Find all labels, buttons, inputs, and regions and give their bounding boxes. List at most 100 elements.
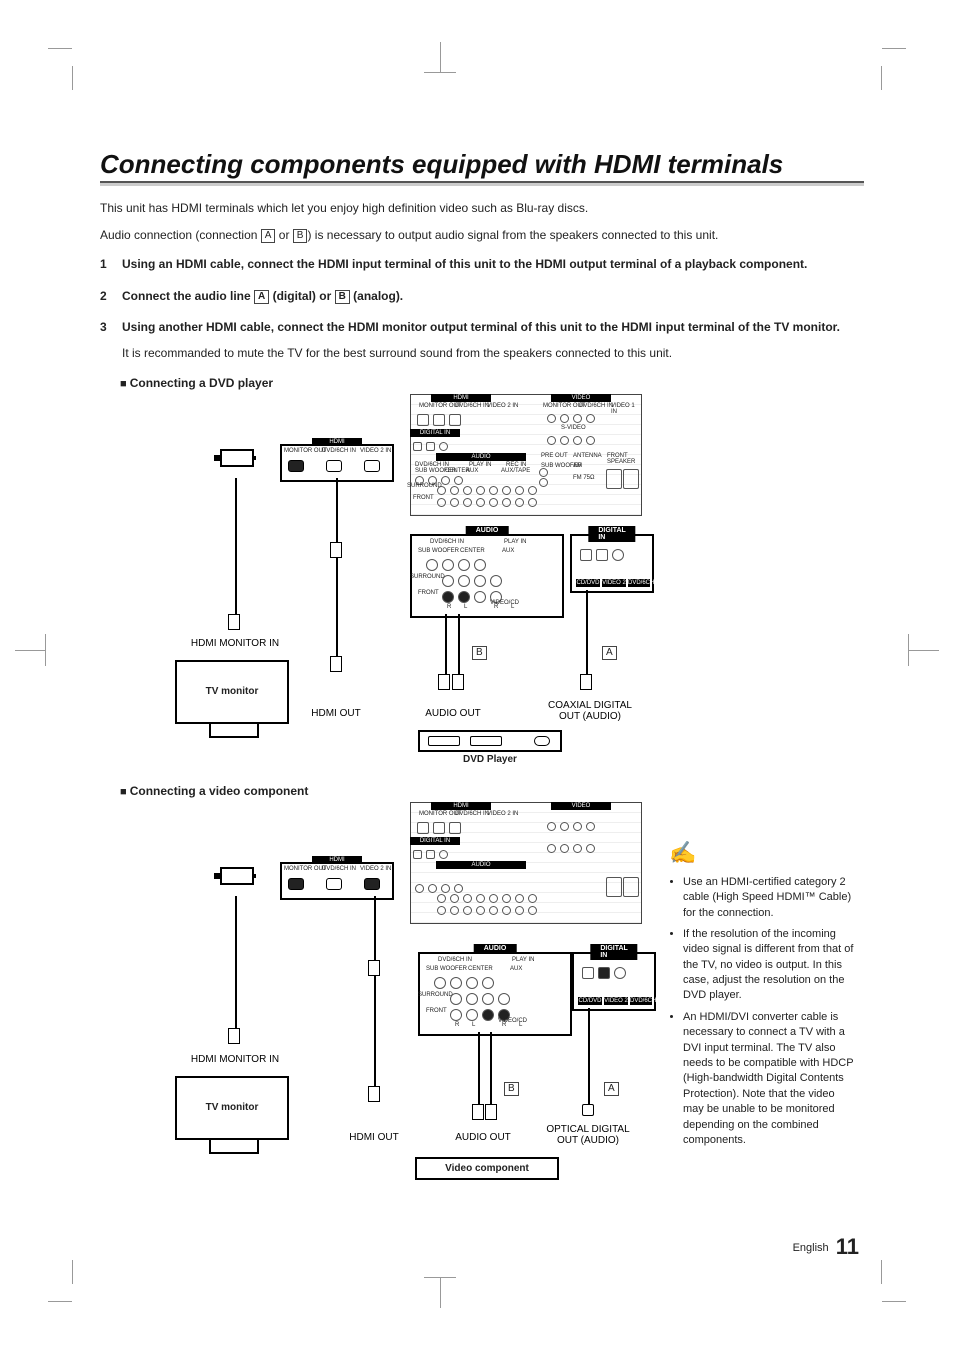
panel2-digital-in: DIGITAL IN	[410, 837, 460, 845]
step-2-end: (analog).	[350, 289, 403, 303]
audio-l: L	[464, 604, 467, 610]
audio-r: R	[447, 604, 451, 610]
digital2-vid2: VIDEO 2	[604, 997, 628, 1005]
panel2-hdmi-label: HDMI	[431, 802, 491, 810]
panel-dvd6ch-in: DVD/6CH IN	[455, 403, 489, 409]
audio2-front: FRONT	[426, 1008, 447, 1014]
panel-video2-in: VIDEO 2 IN	[487, 403, 518, 409]
digital-dvd6ch: DVD/6CH	[628, 579, 650, 587]
audio-out-label: AUDIO OUT	[418, 708, 488, 719]
panel2-dvd6ch-in: DVD/6CH IN	[455, 811, 489, 817]
plug-icon-10	[472, 1104, 484, 1120]
diagram-video: HDMI MONITOR OUT DVD/6CH IN VIDEO 2 IN D…	[120, 802, 864, 1197]
plug-icon-2	[330, 542, 342, 558]
connector-icon-2	[220, 867, 254, 885]
subhead-dvd: Connecting a DVD player	[120, 376, 864, 390]
hdmi-out-label-2: HDMI OUT	[344, 1132, 404, 1143]
audio2-dvd6ch: DVD/6CH IN	[438, 957, 472, 963]
hdmi-strip: HDMI	[312, 438, 362, 446]
tag-b: B	[293, 229, 308, 243]
tag-b-inline: B	[335, 290, 350, 304]
audio-out-label-2: AUDIO OUT	[448, 1132, 518, 1143]
tv-label: TV monitor	[206, 686, 259, 697]
audio2-l2: L	[519, 1022, 522, 1028]
hdmi-panel-closeup-2: HDMI MONITOR OUT DVD/6CH IN VIDEO 2 IN	[280, 862, 394, 900]
hdmi-strip-2: HDMI	[312, 856, 362, 864]
video-component-label: Video component	[415, 1157, 559, 1180]
audio2-l: L	[472, 1022, 475, 1028]
panel-hdmi-label: HDMI	[431, 394, 491, 402]
plug-icon-4	[438, 674, 450, 690]
audio-subwoofer: SUB WOOFER	[418, 548, 459, 554]
dvd-device-box	[418, 730, 562, 752]
hdmi-vid2: VIDEO 2 IN	[360, 448, 391, 454]
step-3: 3 Using another HDMI cable, connect the …	[100, 319, 864, 362]
step-2-mid: (digital) or	[269, 289, 334, 303]
panel-fm: FM 75Ω	[573, 475, 595, 481]
step-1-num: 1	[100, 256, 122, 273]
diagram-dvd: HDMI MONITOR OUT DVD/6CH IN VIDEO 2 IN D…	[120, 394, 864, 774]
hdmi2-monout: MONITOR OUT	[284, 866, 327, 872]
page-footer: English 11	[793, 1234, 859, 1260]
footer-lang: English	[793, 1242, 829, 1254]
intro2-mid: or	[275, 228, 292, 242]
step-3-text: Using another HDMI cable, connect the HD…	[122, 320, 840, 334]
step-3-num: 3	[100, 319, 122, 362]
panel-vid1in: VIDEO 1 IN	[611, 403, 641, 415]
audio2-r: R	[455, 1022, 459, 1028]
tv-monitor-box: TV monitor	[175, 660, 289, 724]
audio2-subwoofer: SUB WOOFER	[426, 966, 467, 972]
hdmi-monout: MONITOR OUT	[284, 448, 327, 454]
dvd-player-label: DVD Player	[430, 754, 550, 765]
hdmi-panel-closeup: HDMI MONITOR OUT DVD/6CH IN VIDEO 2 IN	[280, 444, 394, 482]
footer-page-num: 11	[836, 1234, 859, 1259]
hdmi-monitor-in-label: HDMI MONITOR IN	[180, 638, 290, 649]
step-2: 2 Connect the audio line A (digital) or …	[100, 288, 864, 305]
audio-panel-closeup-2: AUDIO DVD/6CH IN PLAY IN SUB WOOFER CENT…	[418, 952, 572, 1036]
audio-l2: L	[511, 604, 514, 610]
note-3: An HDMI/DVI converter cable is necessary…	[683, 1010, 854, 1149]
digital-in-header: DIGITAL IN	[588, 526, 635, 542]
intro-text-2: Audio connection (connection A or B) is …	[100, 227, 864, 244]
steps-list: 1 Using an HDMI cable, connect the HDMI …	[100, 256, 864, 362]
plug-icon-3	[330, 656, 342, 672]
audio-header-2: AUDIO	[474, 944, 517, 953]
panel-auxtape: AUX/TAPE	[501, 468, 530, 474]
digital-in-closeup-2: DIGITAL IN CD/DVD VIDEO 2 DVD/6CH	[572, 952, 656, 1011]
panel-video-label: VIDEO	[551, 394, 611, 402]
panel-dvd6ch2: DVD/6CH IN	[579, 403, 613, 409]
subhead-video: Connecting a video component	[120, 784, 864, 798]
tag-b-diagram-2: B	[504, 1082, 519, 1096]
plug-icon-5	[452, 674, 464, 690]
audio-surround: SURROUND	[410, 574, 445, 580]
tag-a-diagram-2: A	[604, 1082, 619, 1096]
plug-icon-9	[368, 1086, 380, 1102]
step-1-text: Using an HDMI cable, connect the HDMI in…	[122, 257, 807, 271]
intro2-pre: Audio connection (connection	[100, 228, 261, 242]
panel-frontspk: FRONT SPEAKER	[607, 453, 641, 465]
step-1: 1 Using an HDMI cable, connect the HDMI …	[100, 256, 864, 273]
panel-front: FRONT	[413, 495, 434, 501]
tv-label-2: TV monitor	[206, 1102, 259, 1113]
plug-icon-11	[485, 1104, 497, 1120]
audio2-r2: R	[502, 1022, 506, 1028]
step-3-sub: It is recommanded to mute the TV for the…	[122, 345, 672, 362]
panel2-video-label: VIDEO	[551, 802, 611, 810]
audio-panel-closeup: AUDIO DVD/6CH IN PLAY IN SUB WOOFER CENT…	[410, 534, 564, 618]
panel-antenna: ANTENNA	[573, 453, 602, 459]
tag-a-inline: A	[254, 290, 269, 304]
panel-digital-in-label: DIGITAL IN	[410, 429, 460, 437]
digital2-cdvd: CD/DVD	[578, 997, 602, 1005]
intro2-post: ) is necessary to output audio signal fr…	[307, 228, 718, 242]
audio-header: AUDIO	[466, 526, 509, 535]
note-icon: ✍	[669, 838, 854, 869]
panel-preout: PRE OUT	[541, 453, 568, 459]
panel-svideo: S-VIDEO	[561, 425, 586, 431]
tag-a: A	[261, 229, 276, 243]
tag-a-diagram: A	[602, 646, 617, 660]
panel2-audio-label: AUDIO	[436, 861, 526, 869]
rear-panel-full-2: HDMI MONITOR OUT DVD/6CH IN VIDEO 2 IN D…	[410, 802, 642, 924]
note-1: Use an HDMI-certified category 2 cable (…	[683, 875, 854, 921]
audio-front: FRONT	[418, 590, 439, 596]
note-2: If the resolution of the incoming video …	[683, 927, 854, 1004]
